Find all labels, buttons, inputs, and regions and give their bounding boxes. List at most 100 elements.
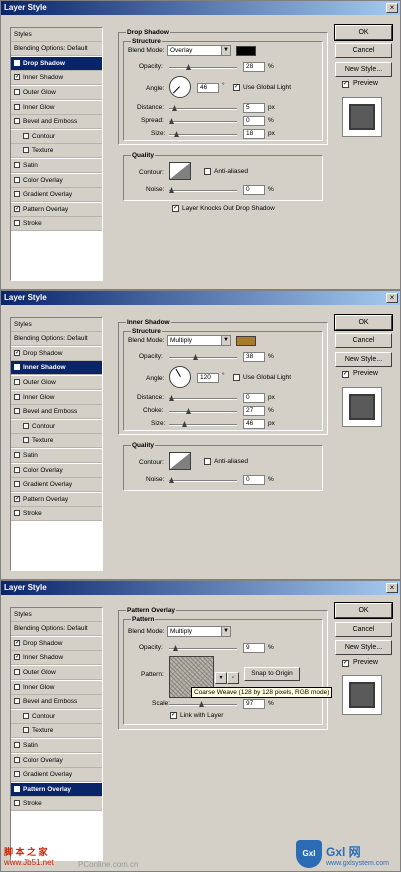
size-slider[interactable] (169, 421, 237, 427)
cancel-button[interactable]: Cancel (335, 622, 392, 637)
new-style-button[interactable]: New Style... (335, 640, 392, 655)
ok-button[interactable]: OK (334, 314, 393, 331)
scale-input[interactable]: 97 (243, 699, 265, 709)
style-item-drop-shadow[interactable]: ✓ Drop Shadow (11, 637, 102, 651)
style-item-gradient-overlay[interactable]: Gradient Overlay (11, 478, 102, 492)
preview-checkbox[interactable]: ✓ (342, 81, 349, 88)
close-button[interactable]: × (386, 583, 398, 593)
style-item-inner-shadow[interactable]: ✓ Inner Shadow (11, 361, 102, 375)
style-item-inner-glow[interactable]: Inner Glow (11, 101, 102, 115)
style-item-color-overlay[interactable]: Color Overlay (11, 754, 102, 768)
contour-picker[interactable] (169, 452, 191, 470)
size-input[interactable]: 18 (243, 129, 265, 139)
style-item-contour[interactable]: Contour (11, 420, 102, 434)
angle-input[interactable]: 46 (197, 83, 219, 93)
angle-dial[interactable] (169, 366, 191, 388)
choke-input[interactable]: 27 (243, 406, 265, 416)
size-input[interactable]: 46 (243, 419, 265, 429)
shadow-color-swatch[interactable] (236, 46, 256, 56)
angle-dial[interactable] (169, 76, 191, 98)
knockout-checkbox[interactable]: ✓ (172, 205, 179, 212)
style-item-pattern-overlay[interactable]: ✓ Pattern Overlay (11, 493, 102, 507)
style-item-styles[interactable]: Styles (11, 608, 102, 622)
spread-slider[interactable] (169, 118, 237, 124)
use-global-light-checkbox[interactable] (233, 374, 240, 381)
new-style-button[interactable]: New Style... (335, 352, 392, 367)
new-style-button[interactable]: New Style... (335, 62, 392, 77)
style-item-styles[interactable]: Styles (11, 28, 102, 42)
cancel-button[interactable]: Cancel (335, 43, 392, 58)
blend-mode-select[interactable]: Multiply ▼ (167, 335, 231, 346)
noise-input[interactable]: 0 (243, 185, 265, 195)
angle-input[interactable]: 120 (197, 373, 219, 383)
style-item-blending-options[interactable]: Blending Options: Default (11, 42, 102, 56)
style-item-drop-shadow[interactable]: ✓ Drop Shadow (11, 347, 102, 361)
style-item-gradient-overlay[interactable]: Gradient Overlay (11, 768, 102, 782)
style-item-contour[interactable]: Contour (11, 130, 102, 144)
ok-button[interactable]: OK (334, 602, 393, 619)
shadow-color-swatch[interactable] (236, 336, 256, 346)
style-item-satin[interactable]: Satin (11, 449, 102, 463)
opacity-input[interactable]: 38 (243, 352, 265, 362)
style-item-inner-glow[interactable]: Inner Glow (11, 681, 102, 695)
style-item-satin[interactable]: Satin (11, 159, 102, 173)
style-item-texture[interactable]: Texture (11, 724, 102, 738)
style-item-satin[interactable]: Satin (11, 739, 102, 753)
style-item-pattern-overlay[interactable]: ✓ Pattern Overlay (11, 783, 102, 797)
style-item-bevel-emboss[interactable]: Bevel and Emboss (11, 405, 102, 419)
cancel-button[interactable]: Cancel (335, 333, 392, 348)
noise-slider[interactable] (169, 477, 237, 483)
style-item-texture[interactable]: Texture (11, 434, 102, 448)
noise-input[interactable]: 0 (243, 475, 265, 485)
link-with-layer-checkbox[interactable]: ✓ (170, 712, 177, 719)
style-item-outer-glow[interactable]: Outer Glow (11, 376, 102, 390)
style-item-stroke[interactable]: Stroke (11, 217, 102, 231)
spread-input[interactable]: 0 (243, 116, 265, 126)
anti-aliased-checkbox[interactable] (204, 458, 211, 465)
style-item-styles[interactable]: Styles (11, 318, 102, 332)
preview-checkbox[interactable]: ✓ (342, 660, 349, 667)
distance-input[interactable]: 0 (243, 393, 265, 403)
style-item-color-overlay[interactable]: Color Overlay (11, 174, 102, 188)
style-item-bevel-emboss[interactable]: Bevel and Emboss (11, 115, 102, 129)
style-item-inner-shadow[interactable]: ✓ Inner Shadow (11, 651, 102, 665)
style-item-pattern-overlay[interactable]: ✓ Pattern Overlay (11, 203, 102, 217)
blend-mode-select[interactable]: Overlay ▼ (167, 45, 231, 56)
style-item-stroke[interactable]: Stroke (11, 507, 102, 521)
style-item-inner-shadow[interactable]: ✓ Inner Shadow (11, 71, 102, 85)
blend-mode-select[interactable]: Multiply ▼ (167, 626, 231, 637)
use-global-light-checkbox[interactable]: ✓ (233, 84, 240, 91)
style-item-inner-glow[interactable]: Inner Glow (11, 391, 102, 405)
style-item-color-overlay[interactable]: Color Overlay (11, 464, 102, 478)
new-preset-icon[interactable]: ▫ (227, 672, 239, 684)
contour-picker[interactable] (169, 162, 191, 180)
close-button[interactable]: × (386, 293, 398, 303)
style-item-blending-options[interactable]: Blending Options: Default (11, 622, 102, 636)
pattern-dropdown-button[interactable]: ▾ (215, 672, 227, 684)
ok-button[interactable]: OK (334, 24, 393, 41)
style-item-contour[interactable]: Contour (11, 710, 102, 724)
style-item-stroke[interactable]: Stroke (11, 797, 102, 811)
size-slider[interactable] (169, 131, 237, 137)
style-item-drop-shadow[interactable]: ✓ Drop Shadow (11, 57, 102, 71)
distance-input[interactable]: 5 (243, 103, 265, 113)
close-button[interactable]: × (386, 3, 398, 13)
scale-slider[interactable] (169, 701, 237, 707)
distance-slider[interactable] (169, 105, 237, 111)
style-item-blending-options[interactable]: Blending Options: Default (11, 332, 102, 346)
preview-checkbox[interactable]: ✓ (342, 371, 349, 378)
opacity-slider[interactable] (169, 354, 237, 360)
opacity-slider[interactable] (169, 64, 237, 70)
snap-to-origin-button[interactable]: Snap to Origin (244, 667, 300, 681)
style-item-gradient-overlay[interactable]: Gradient Overlay (11, 188, 102, 202)
opacity-input[interactable]: 9 (243, 643, 265, 653)
opacity-input[interactable]: 28 (243, 62, 265, 72)
anti-aliased-checkbox[interactable] (204, 168, 211, 175)
distance-slider[interactable] (169, 395, 237, 401)
choke-slider[interactable] (169, 408, 237, 414)
style-item-outer-glow[interactable]: Outer Glow (11, 86, 102, 100)
opacity-slider[interactable] (169, 645, 237, 651)
style-item-texture[interactable]: Texture (11, 144, 102, 158)
noise-slider[interactable] (169, 187, 237, 193)
style-item-bevel-emboss[interactable]: Bevel and Emboss (11, 695, 102, 709)
